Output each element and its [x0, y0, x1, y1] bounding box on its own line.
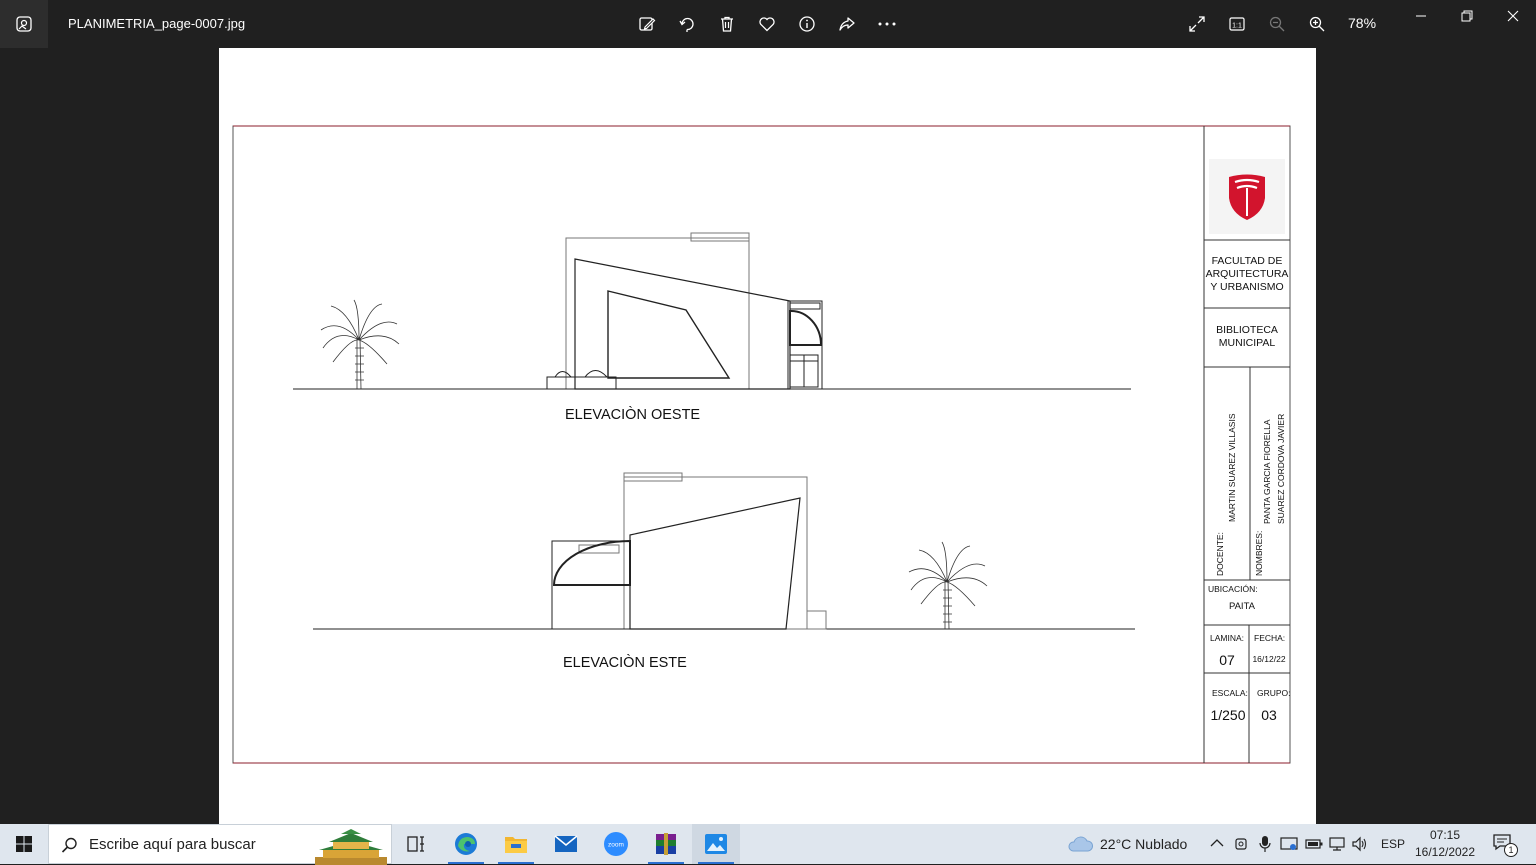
actual-size-icon[interactable]: 1:1 — [1223, 10, 1251, 38]
ubicacion-value: PAITA — [1229, 601, 1256, 612]
file-name: PLANIMETRIA_page-0007.jpg — [68, 16, 246, 31]
lamina-value: 07 — [1219, 652, 1235, 668]
lamina-label: LAMINA: — [1210, 633, 1244, 643]
microphone-icon[interactable] — [1258, 835, 1272, 853]
temple-illustration-icon — [315, 829, 387, 865]
network-icon[interactable] — [1328, 836, 1346, 852]
file-explorer-icon[interactable] — [492, 824, 540, 864]
faculty-line-1: FACULTAD DE — [1212, 255, 1283, 267]
volume-icon[interactable] — [1351, 836, 1369, 852]
svg-text:zoom: zoom — [608, 842, 624, 849]
notifications-button[interactable]: 1 — [1492, 833, 1518, 857]
weather-text[interactable]: 22°C Nublado — [1100, 836, 1187, 852]
input-language[interactable]: ESP — [1381, 837, 1405, 851]
mail-icon[interactable] — [542, 824, 590, 864]
restore-icon[interactable] — [1444, 0, 1490, 32]
windows-start-icon[interactable] — [0, 824, 48, 864]
task-view-icon[interactable] — [392, 824, 440, 864]
escala-value: 1/250 — [1210, 707, 1245, 723]
minimize-icon[interactable] — [1398, 0, 1444, 32]
photos-app-icon[interactable] — [0, 0, 48, 48]
taskbar-search-box[interactable]: Escribe aquí para buscar — [48, 824, 392, 865]
edit-image-icon[interactable] — [633, 10, 661, 38]
grupo-value: 03 — [1261, 707, 1277, 723]
fullscreen-icon[interactable] — [1183, 10, 1211, 38]
grupo-label: GRUPO: — [1257, 688, 1291, 698]
fecha-value: 16/12/22 — [1252, 654, 1285, 664]
nombres-label: NOMBRES: — [1254, 531, 1264, 576]
edge-browser-icon[interactable] — [442, 824, 490, 864]
student-name-2: SUAREZ CORDOVA JAVIER — [1276, 414, 1286, 524]
east-elevation-label: ELEVACIÒN ESTE — [563, 654, 687, 671]
document-page: ELEVACIÒN OESTE ELEVACIÒN ESTE FACULTAD … — [219, 48, 1316, 824]
east-elevation — [313, 472, 1135, 630]
faculty-line-3: Y URBANISMO — [1210, 281, 1283, 293]
zoom-out-icon[interactable] — [1263, 10, 1291, 38]
clock-time: 07:15 — [1429, 828, 1461, 842]
image-viewer[interactable]: ELEVACIÒN OESTE ELEVACIÒN ESTE FACULTAD … — [0, 48, 1536, 824]
ubicacion-label: UBICACIÓN: — [1208, 584, 1258, 594]
screen-share-icon[interactable] — [1280, 836, 1298, 852]
title-bar: PLANIMETRIA_page-0007.jpg 1:1 78% — [0, 0, 1536, 48]
drawing-frame — [232, 125, 1291, 764]
student-name-1: PANTA GARCIA FIORELLA — [1262, 419, 1272, 524]
svg-text:1:1: 1:1 — [1232, 23, 1242, 30]
info-icon[interactable] — [793, 10, 821, 38]
taskbar: Escribe aquí para buscar zoom 22°C Nubla… — [0, 824, 1536, 865]
fecha-label: FECHA: — [1254, 633, 1285, 643]
clock-date: 16/12/2022 — [1414, 845, 1476, 859]
project-line-2: MUNICIPAL — [1219, 337, 1276, 349]
docente-name: MARTIN SUAREZ VILLASIS — [1227, 413, 1237, 522]
west-elevation-label: ELEVACIÒN OESTE — [565, 406, 700, 423]
close-icon[interactable] — [1490, 0, 1536, 32]
battery-icon[interactable] — [1305, 838, 1323, 850]
favorite-icon[interactable] — [753, 10, 781, 38]
more-icon[interactable] — [873, 10, 901, 38]
palm-tree-west — [320, 299, 400, 390]
delete-icon[interactable] — [713, 10, 741, 38]
west-elevation — [293, 232, 1131, 390]
share-icon[interactable] — [833, 10, 861, 38]
chevron-up-icon[interactable] — [1210, 838, 1224, 848]
faculty-line-2: ARQUITECTURA — [1206, 268, 1289, 280]
zoom-in-icon[interactable] — [1303, 10, 1331, 38]
university-logo — [1209, 159, 1285, 234]
search-placeholder: Escribe aquí para buscar — [89, 836, 256, 853]
rotate-icon[interactable] — [673, 10, 701, 38]
escala-label: ESCALA: — [1212, 688, 1248, 698]
photos-taskbar-icon[interactable] — [692, 824, 740, 864]
winrar-icon[interactable] — [642, 824, 690, 864]
cloud-weather-icon[interactable] — [1066, 835, 1094, 853]
search-icon — [61, 837, 77, 853]
system-clock[interactable]: 07:15 16/12/2022 — [1410, 827, 1480, 861]
meet-now-icon[interactable] — [1234, 836, 1248, 852]
zoom-app-icon[interactable]: zoom — [592, 824, 640, 864]
docente-label: DOCENTE: — [1215, 532, 1225, 576]
zoom-level[interactable]: 78% — [1348, 15, 1376, 31]
project-line-1: BIBLIOTECA — [1216, 324, 1278, 336]
palm-tree-east — [908, 541, 988, 630]
notification-count-badge: 1 — [1504, 843, 1518, 857]
